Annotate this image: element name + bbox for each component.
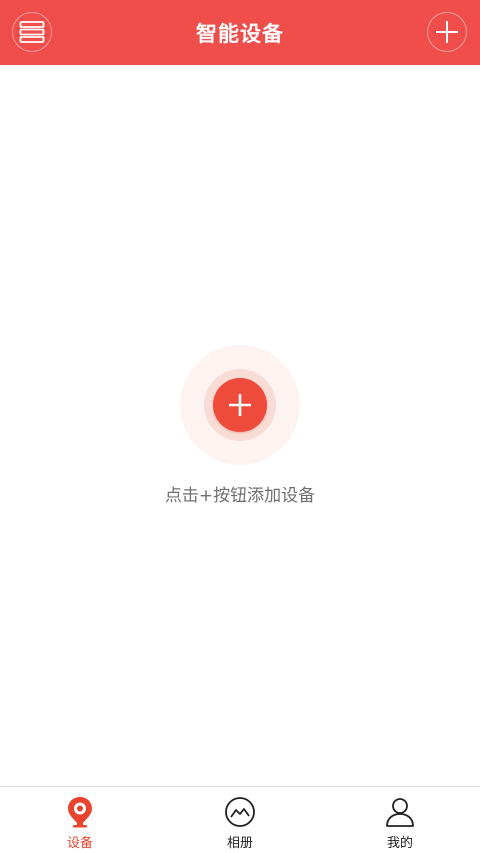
menu-list-icon bbox=[19, 21, 45, 43]
add-device-halo bbox=[180, 345, 300, 465]
nav-label: 设备 bbox=[66, 836, 93, 851]
empty-state: 点击+按钮添加设备 bbox=[0, 345, 480, 506]
add-device-hint: 点击+按钮添加设备 bbox=[164, 486, 316, 506]
nav-item-album[interactable]: 相册 bbox=[160, 787, 320, 853]
plus-icon bbox=[229, 394, 251, 416]
add-device-ring bbox=[204, 369, 276, 441]
header-add-button[interactable] bbox=[427, 12, 467, 52]
album-mountain-icon bbox=[225, 797, 255, 827]
nav-label: 我的 bbox=[386, 836, 413, 851]
user-profile-icon bbox=[386, 798, 414, 827]
page-title: 智能设备 bbox=[196, 21, 284, 46]
bottom-nav: 设备 相册 我的 bbox=[0, 786, 480, 853]
header-bar: 智能设备 bbox=[0, 0, 480, 65]
menu-button[interactable] bbox=[12, 12, 52, 52]
camera-pin-icon bbox=[68, 797, 92, 828]
nav-label: 相册 bbox=[226, 836, 253, 851]
nav-item-mine[interactable]: 我的 bbox=[320, 787, 480, 853]
app-root: 智能设备 点击+按钮添加设备 设备 相册 我的 bbox=[0, 0, 480, 853]
add-device-button[interactable] bbox=[213, 378, 267, 432]
nav-item-devices[interactable]: 设备 bbox=[0, 787, 160, 853]
plus-icon bbox=[436, 21, 458, 43]
